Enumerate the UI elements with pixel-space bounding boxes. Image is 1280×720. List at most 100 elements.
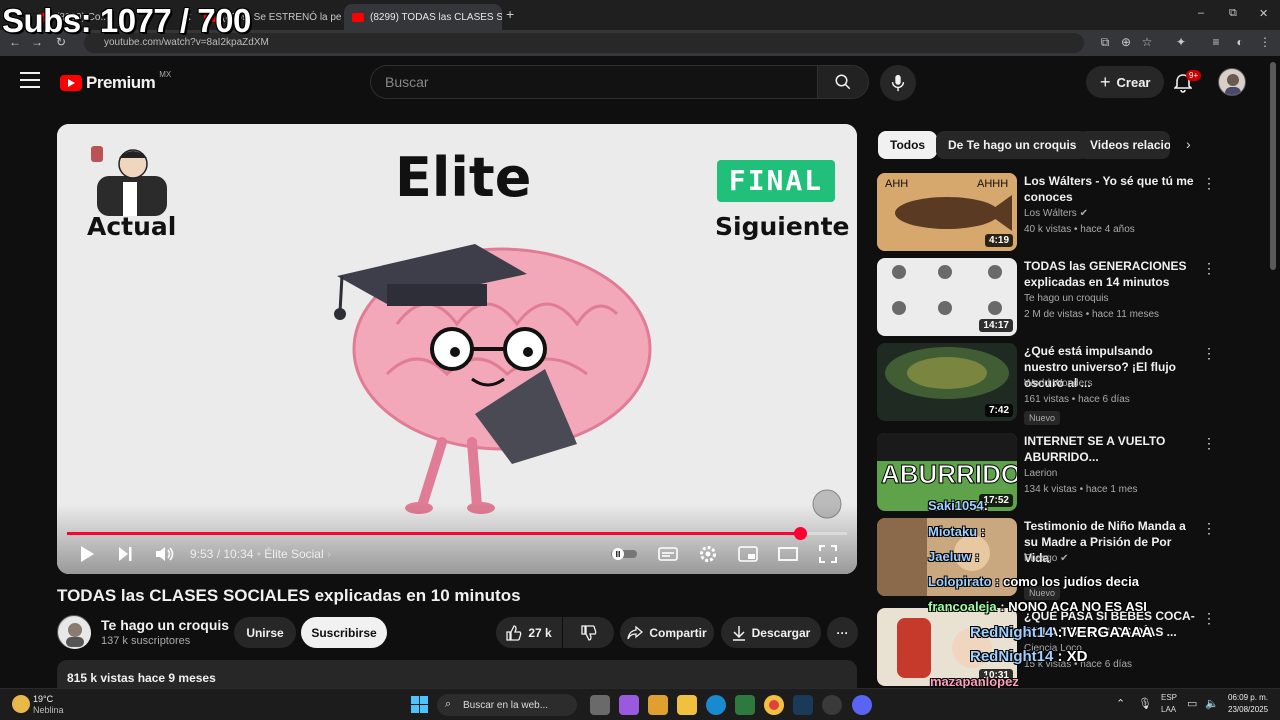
create-button[interactable]: + Crear — [1086, 66, 1165, 98]
search-button[interactable] — [817, 65, 869, 99]
page-scrollbar[interactable] — [1270, 62, 1276, 270]
video-thumbnail[interactable]: 14:17 — [877, 258, 1017, 336]
youtube-premium-logo[interactable]: Premium MX — [60, 70, 171, 93]
store-icon[interactable] — [648, 695, 668, 715]
video-meta: 2 M de vistas • hace 11 meses — [1024, 309, 1160, 320]
task-view-icon[interactable] — [590, 695, 610, 715]
copilot-icon[interactable] — [619, 695, 639, 715]
menu-icon[interactable] — [20, 72, 40, 88]
steam-icon[interactable] — [793, 695, 813, 715]
voice-search-button[interactable] — [880, 65, 916, 101]
clock-time[interactable]: 06:09 p. m. — [1228, 693, 1268, 702]
chat-message: Miotaku : — [928, 524, 986, 539]
account-avatar[interactable] — [1218, 68, 1246, 96]
video-channel[interactable]: Los Wálters ✔ — [1024, 208, 1088, 219]
windows-start-icon[interactable] — [411, 696, 428, 718]
more-options-icon[interactable]: ⋮ — [1202, 520, 1216, 537]
plus-icon: + — [1100, 71, 1111, 92]
chrome-icon[interactable] — [764, 695, 784, 715]
maximize-button[interactable]: ⧉ — [1229, 7, 1237, 20]
extensions-icon[interactable]: ✦ — [1172, 33, 1190, 51]
microphone-icon — [891, 74, 905, 92]
new-tab-button[interactable]: + — [506, 6, 514, 22]
theater-mode-button[interactable] — [777, 544, 799, 564]
recommended-video[interactable]: 14:17 TODAS las GENERACIONES explicadas … — [877, 258, 1267, 340]
video-duration: 7:42 — [984, 404, 1013, 417]
more-options-icon[interactable]: ⋮ — [1202, 175, 1216, 192]
excel-icon[interactable] — [735, 695, 755, 715]
subtitles-icon — [658, 547, 678, 561]
video-title[interactable]: INTERNET SE A VUELTO ABURRIDO... — [1024, 433, 1199, 465]
video-channel[interactable]: Laerion — [1024, 468, 1057, 479]
subtitles-button[interactable] — [657, 544, 679, 564]
file-explorer-icon[interactable] — [677, 695, 697, 715]
chip-all[interactable]: Todos — [878, 131, 938, 159]
verified-icon: ✔ — [1060, 553, 1069, 564]
share-button[interactable]: Compartir — [620, 617, 714, 648]
skip-next-icon — [119, 547, 132, 561]
miniplayer-button[interactable] — [737, 544, 759, 564]
chat-message: Saki1054: — [928, 498, 989, 513]
video-title[interactable]: TODAS las GENERACIONES explicadas en 14 … — [1024, 258, 1199, 290]
dislike-button[interactable] — [563, 617, 614, 648]
recommended-video[interactable]: AHH AHHH 4:19 Los Wálters - Yo sé que tú … — [877, 173, 1267, 255]
settings-button[interactable] — [697, 544, 719, 564]
chevron-up-icon[interactable]: ⌃ — [1116, 697, 1125, 710]
close-window-button[interactable]: ✕ — [1259, 7, 1268, 20]
keyboard-layout: LAA — [1161, 705, 1177, 714]
discord-icon[interactable] — [852, 695, 872, 715]
weather-temp[interactable]: 19°C — [33, 694, 53, 704]
video-thumbnail[interactable]: AHH AHHH 4:19 — [877, 173, 1017, 251]
bookmark-star-icon[interactable]: ☆ — [1138, 33, 1156, 51]
video-channel[interactable]: World Wonders — [1024, 378, 1093, 389]
next-button[interactable] — [115, 544, 135, 564]
more-options-icon[interactable]: ⋮ — [1202, 610, 1216, 627]
more-options-icon[interactable]: ⋮ — [1202, 345, 1216, 362]
search-input[interactable]: Buscar — [370, 65, 818, 99]
minimize-button[interactable]: – — [1198, 7, 1204, 19]
cast-icon[interactable]: ⧉ — [1096, 33, 1114, 51]
edge-icon[interactable] — [706, 695, 726, 715]
chapter-title[interactable]: Élite Social — [264, 547, 323, 561]
speaker-icon[interactable]: 🔈 — [1205, 697, 1219, 710]
video-channel[interactable]: Fuesgo ✔ — [1024, 553, 1069, 564]
youtube-logo-icon — [60, 75, 82, 91]
autoplay-toggle[interactable] — [609, 544, 639, 564]
chip-from-channel[interactable]: De Te hago un croquis — [936, 131, 1089, 159]
recommended-video[interactable]: 7:42 ¿Qué está impulsando nuestro univer… — [877, 343, 1267, 425]
microphone-tray-icon[interactable]: 🎙 — [1138, 697, 1152, 710]
progress-bar[interactable] — [67, 527, 847, 540]
zoom-icon[interactable]: ⊕ — [1117, 33, 1135, 51]
download-button[interactable]: Descargar — [721, 617, 821, 648]
more-options-icon[interactable]: ⋮ — [1202, 435, 1216, 452]
browser-tab-active[interactable]: (8299) TODAS las CLASES SOCI... ✕ — [344, 4, 502, 30]
chat-message: mazapanlopez — [930, 674, 1019, 689]
browser-menu-icon[interactable]: ⋮ — [1256, 33, 1274, 51]
obs-icon[interactable] — [822, 695, 842, 715]
youtube-header: Premium MX Buscar + Crear 9+ — [0, 56, 1280, 108]
more-actions-button[interactable]: ··· — [827, 617, 858, 648]
fullscreen-button[interactable] — [817, 544, 839, 564]
channel-avatar[interactable] — [57, 615, 91, 649]
network-icon[interactable]: ▭ — [1187, 697, 1197, 710]
channel-name[interactable]: Te hago un croquis — [101, 617, 229, 633]
chevron-right-icon[interactable]: › — [1186, 136, 1191, 152]
time-display: 9:53 / 10:34 • Élite Social › — [190, 547, 331, 561]
subscribe-button[interactable]: Suscribirse — [301, 617, 387, 648]
video-title[interactable]: Los Wálters - Yo sé que tú me conoces — [1024, 173, 1199, 205]
language-indicator[interactable]: ESP — [1161, 693, 1177, 702]
video-thumbnail[interactable]: 7:42 — [877, 343, 1017, 421]
profile-icon[interactable]: ◐ — [1231, 33, 1249, 51]
reading-list-icon[interactable]: ≡ — [1207, 33, 1225, 51]
like-button[interactable]: 27 k — [496, 617, 562, 648]
video-player[interactable]: Elite Actual FINAL Siguiente 9:53 / 10:3… — [57, 124, 857, 574]
autoplay-toggle-icon — [611, 548, 637, 560]
join-button[interactable]: Unirse — [234, 617, 296, 648]
play-button[interactable] — [77, 544, 97, 564]
taskbar-search-input[interactable]: ⌕ Buscar en la web... — [437, 694, 577, 716]
video-duration: 14:17 — [979, 319, 1013, 332]
chip-related[interactable]: Videos relacion — [1078, 131, 1170, 159]
video-channel[interactable]: Te hago un croquis — [1024, 293, 1109, 304]
volume-button[interactable] — [154, 544, 176, 564]
more-options-icon[interactable]: ⋮ — [1202, 260, 1216, 277]
